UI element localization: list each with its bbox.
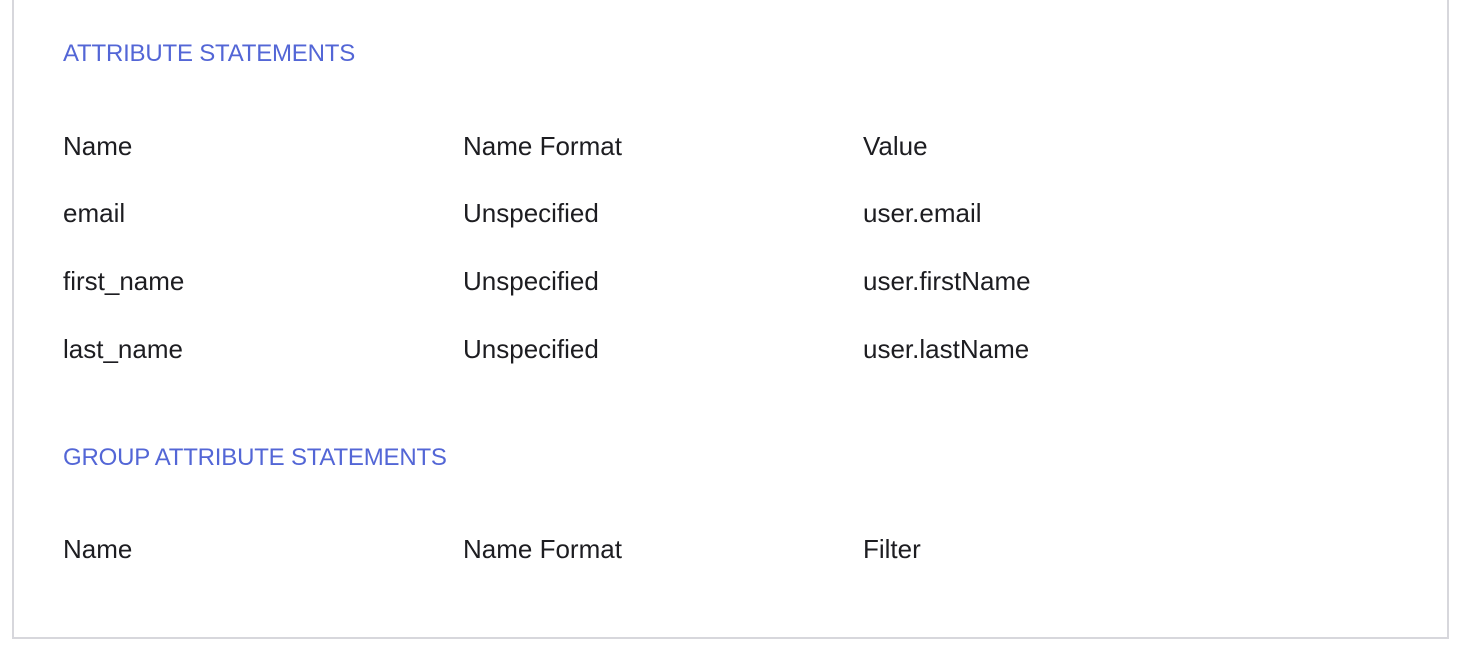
attribute-table-header: Name Name Format Value xyxy=(63,130,1363,162)
attribute-name: email xyxy=(63,198,126,228)
table-row: email Unspecified user.email xyxy=(63,197,1363,229)
header-name-format: Name Format xyxy=(463,131,622,161)
attribute-name-format: Unspecified xyxy=(463,334,599,364)
header-name: Name xyxy=(63,131,133,161)
header-filter: Filter xyxy=(863,534,921,564)
header-name-format: Name Format xyxy=(463,534,622,564)
attribute-name-format: Unspecified xyxy=(463,198,599,228)
attribute-name: first_name xyxy=(63,266,185,296)
table-row: last_name Unspecified user.lastName xyxy=(63,333,1363,365)
header-value: Value xyxy=(863,131,928,161)
attribute-name-format: Unspecified xyxy=(463,266,599,296)
saml-attributes-panel: ATTRIBUTE STATEMENTS Name Name Format Va… xyxy=(12,0,1449,639)
attribute-value: user.email xyxy=(863,198,982,228)
group-attribute-statements-title: GROUP ATTRIBUTE STATEMENTS xyxy=(63,444,447,471)
attribute-name: last_name xyxy=(63,334,183,364)
attribute-value: user.firstName xyxy=(863,266,1031,296)
attribute-value: user.lastName xyxy=(863,334,1030,364)
header-name: Name xyxy=(63,534,133,564)
table-row: first_name Unspecified user.firstName xyxy=(63,265,1363,297)
group-attribute-table-header: Name Name Format Filter xyxy=(63,533,1363,565)
attribute-statements-title: ATTRIBUTE STATEMENTS xyxy=(63,40,356,67)
